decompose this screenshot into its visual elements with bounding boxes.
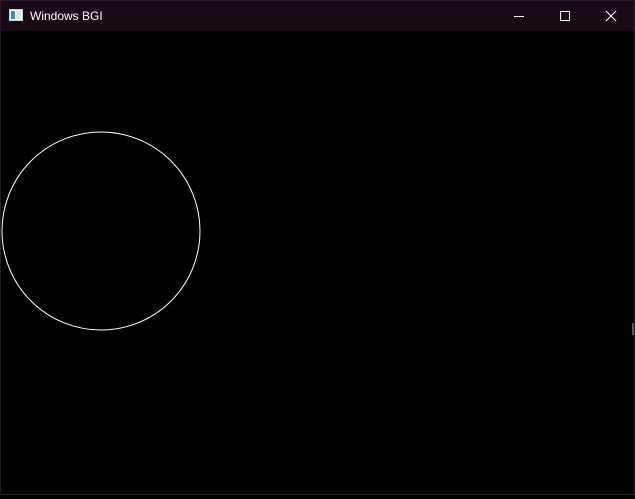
bgi-drawing-canvas[interactable]	[1, 31, 634, 494]
minimize-icon	[514, 16, 524, 17]
drawn-circle	[1, 131, 201, 331]
minimize-button[interactable]	[496, 1, 542, 31]
title-bar[interactable]: Windows BGI	[1, 1, 634, 31]
drawing-surface	[1, 131, 201, 331]
maximize-icon	[560, 11, 570, 21]
app-window-icon	[9, 9, 23, 21]
window-title: Windows BGI	[30, 9, 103, 23]
bgi-window: Windows BGI	[0, 0, 635, 495]
window-edge-artifact	[632, 323, 634, 335]
close-button[interactable]	[588, 1, 634, 31]
maximize-button[interactable]	[542, 1, 588, 31]
close-icon	[605, 10, 617, 22]
